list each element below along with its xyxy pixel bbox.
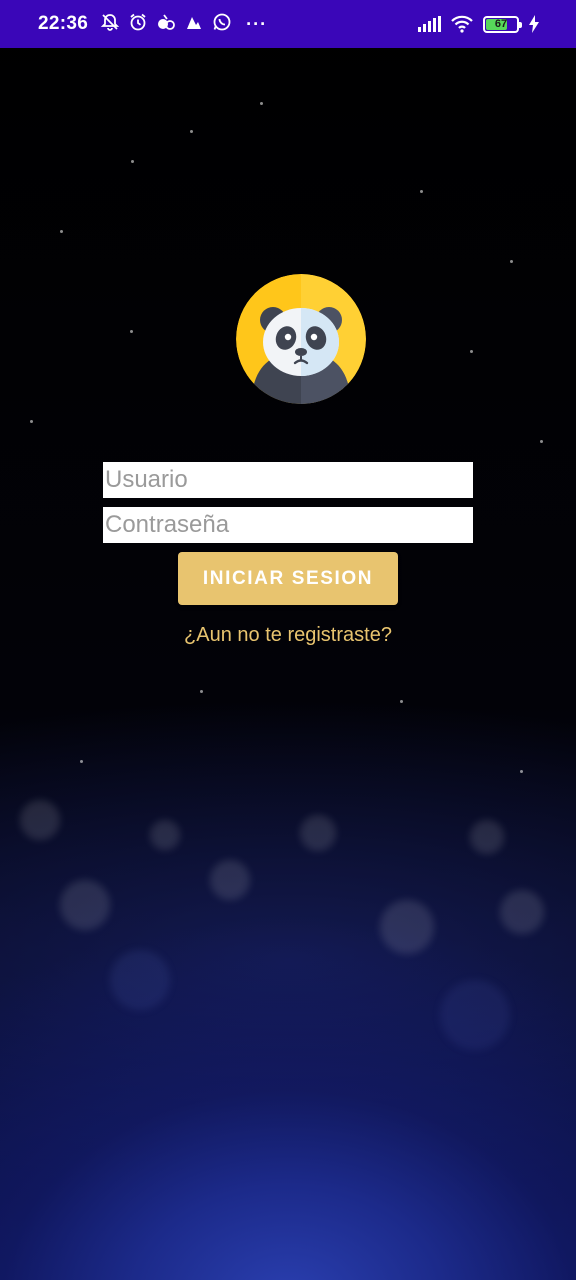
alarm-icon (128, 12, 148, 37)
app-notification-icon (156, 12, 176, 37)
signal-icon (417, 16, 441, 32)
app-notification-icon (184, 12, 204, 37)
login-button[interactable]: INICIAR SESION (178, 552, 398, 605)
whatsapp-icon (212, 12, 232, 37)
wifi-icon (450, 15, 474, 33)
username-input[interactable] (103, 462, 473, 498)
more-notifications-indicator: ··· (246, 13, 268, 34)
status-bar: 22:36 ··· 67 (0, 0, 576, 48)
battery-icon: 67 (483, 15, 522, 33)
login-screen: 22:36 ··· 67 Usuario INICIAR SESION ¿Aun… (0, 0, 576, 1280)
battery-level: 67 (494, 18, 508, 30)
panda-logo (236, 274, 366, 404)
status-time: 22:36 (38, 13, 89, 34)
system-icons: 67 (417, 15, 540, 33)
password-input[interactable] (103, 507, 473, 543)
mute-bell-icon (100, 12, 120, 37)
notification-icons: ··· (100, 12, 267, 37)
register-link[interactable]: ¿Aun no te registraste? (0, 624, 576, 647)
charging-bolt-icon (528, 15, 540, 33)
